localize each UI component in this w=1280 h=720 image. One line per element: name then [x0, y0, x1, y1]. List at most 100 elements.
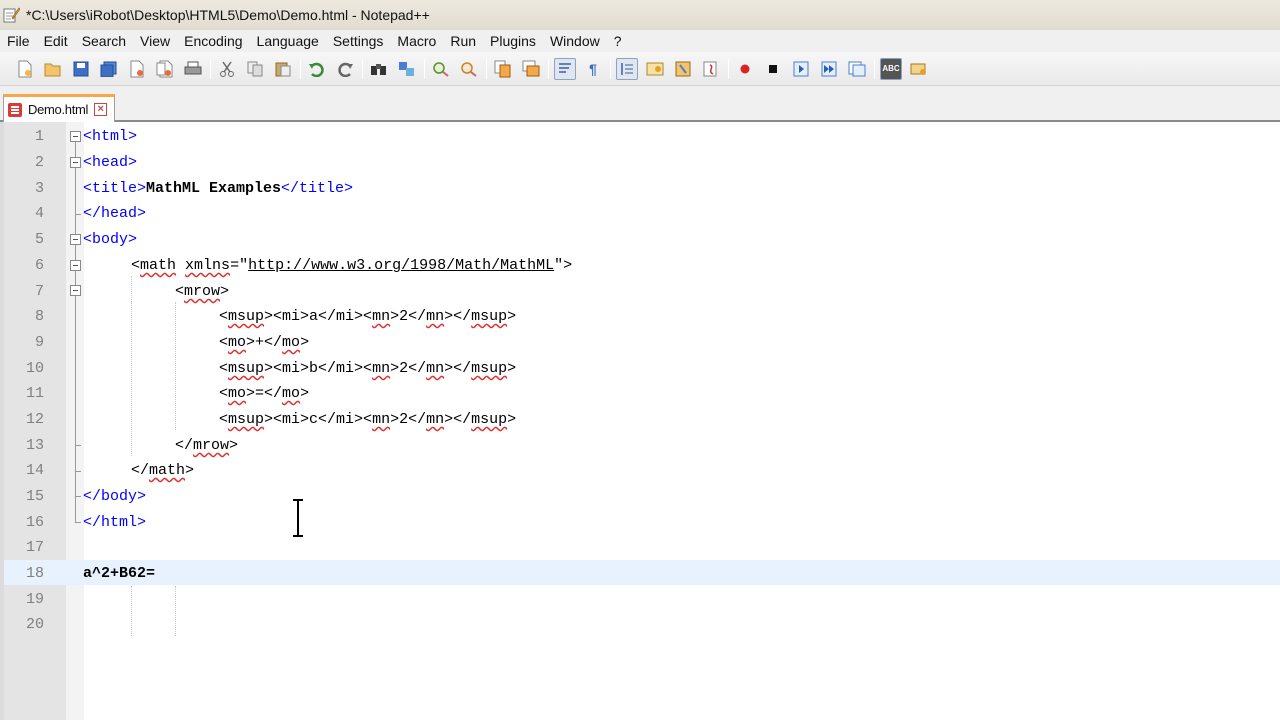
plain-token: >2</: [390, 411, 427, 428]
function-list-icon[interactable]: [672, 58, 694, 80]
toolbar-separator: [610, 58, 611, 79]
menu-encoding[interactable]: Encoding: [177, 30, 249, 52]
tag-token: <title>: [83, 180, 147, 197]
menu-help[interactable]: ?: [607, 30, 629, 52]
zoom-in-icon[interactable]: [430, 58, 452, 80]
menu-settings[interactable]: Settings: [326, 30, 391, 52]
plain-token: mo: [282, 385, 301, 402]
editor[interactable]: 1 <html> 2 <head> 3 <title>MathML Exampl…: [0, 122, 1280, 720]
plain-token: xmlns: [185, 257, 231, 274]
code-line: 6 <math xmlns="http://www.w3.org/1998/Ma…: [4, 253, 1280, 278]
indent-guide-icon[interactable]: [616, 57, 638, 80]
save-all-icon[interactable]: [98, 58, 120, 80]
close-all-icon[interactable]: [154, 58, 176, 80]
menu-search[interactable]: Search: [75, 30, 133, 52]
save-icon[interactable]: [70, 58, 92, 80]
find-icon[interactable]: [368, 58, 390, 80]
menu-view[interactable]: View: [133, 30, 177, 52]
line-number: 15: [25, 488, 44, 505]
plain-token: msup: [228, 411, 265, 428]
replace-icon[interactable]: [396, 58, 418, 80]
plain-token: <: [175, 283, 185, 300]
code-text: </html>: [83, 510, 146, 535]
plain-token: <: [219, 385, 229, 402]
toolbar-separator: [874, 58, 875, 79]
code-text: <mo>=</mo>: [219, 381, 309, 406]
menu-run[interactable]: Run: [443, 30, 483, 52]
plain-token: >: [507, 411, 517, 428]
window-title: *C:\Users\iRobot\Desktop\HTML5\Demo\Demo…: [26, 7, 430, 23]
code-text: <msup><mi>b</mi><mn>2</mn></msup>: [219, 356, 516, 381]
plain-token: ></: [444, 360, 472, 377]
copy-icon[interactable]: [244, 58, 266, 80]
play-macro-icon[interactable]: [790, 58, 812, 80]
sync-horizontal-icon[interactable]: [520, 58, 542, 80]
show-all-characters-icon[interactable]: ¶: [582, 58, 604, 80]
code-line: 3 <title>MathML Examples</title>: [4, 176, 1280, 201]
zoom-out-icon[interactable]: [458, 58, 480, 80]
code-line: 2 <head>: [4, 150, 1280, 175]
line-number: 7: [34, 283, 44, 300]
url-token[interactable]: http://www.w3.org/1998/Math/MathML: [248, 257, 554, 274]
toolbar-separator: [300, 58, 301, 79]
plain-token: msup: [471, 411, 508, 428]
spell-check-icon[interactable]: ABC: [880, 57, 902, 80]
tag-token: <html>: [83, 128, 138, 145]
plain-token: >2</: [390, 360, 427, 377]
line-number: 2: [34, 154, 44, 171]
cut-icon[interactable]: [216, 58, 238, 80]
code-line: 10 <msup><mi>b</mi><mn>2</mn></msup>: [4, 356, 1280, 381]
code-text: <mo>+</mo>: [219, 330, 309, 355]
line-number: 16: [25, 514, 44, 531]
code-line: 11 <mo>=</mo>: [4, 381, 1280, 406]
menu-window[interactable]: Window: [543, 30, 607, 52]
word-wrap-icon[interactable]: [554, 57, 576, 80]
plain-token: >: [185, 462, 195, 479]
new-file-icon[interactable]: [14, 58, 36, 80]
tab-demo-html[interactable]: Demo.html ×: [3, 94, 115, 122]
user-defined-language-icon[interactable]: [644, 58, 666, 80]
tab-bar: Demo.html ×: [0, 86, 1280, 122]
code-text: </body>: [83, 484, 146, 509]
toolbar-separator: [210, 58, 211, 79]
tag-token: <head>: [83, 154, 138, 171]
code-text: </math>: [131, 458, 194, 483]
code-text: <mrow>: [175, 279, 229, 304]
plain-token: >2</: [390, 308, 427, 325]
undo-icon[interactable]: [306, 58, 328, 80]
paste-icon[interactable]: [272, 58, 294, 80]
sync-vertical-icon[interactable]: [492, 58, 514, 80]
plain-token: mn: [426, 411, 445, 428]
tag-token: </title>: [281, 180, 354, 197]
close-file-icon[interactable]: [126, 58, 148, 80]
menu-bar: File Edit Search View Encoding Language …: [0, 30, 1280, 52]
open-file-icon[interactable]: [42, 58, 64, 80]
menu-edit[interactable]: Edit: [37, 30, 75, 52]
code-text: <math xmlns="http://www.w3.org/1998/Math…: [131, 253, 572, 278]
plain-token: <: [219, 411, 229, 428]
close-icon[interactable]: ×: [94, 103, 108, 116]
spell-check-options-icon[interactable]: [908, 58, 930, 80]
stop-recording-icon[interactable]: [762, 58, 784, 80]
plain-token: msup: [471, 360, 508, 377]
code-text: <head>: [83, 150, 137, 175]
print-icon[interactable]: [182, 58, 204, 80]
plain-token: >: [229, 437, 239, 454]
menu-plugins[interactable]: Plugins: [483, 30, 543, 52]
menu-file[interactable]: File: [0, 30, 37, 52]
menu-macro[interactable]: Macro: [390, 30, 443, 52]
plain-token: mo: [228, 334, 247, 351]
code-line: 12 <msup><mi>c</mi><mn>2</mn></msup>: [4, 407, 1280, 432]
doc-map-icon[interactable]: [700, 58, 722, 80]
menu-language[interactable]: Language: [250, 30, 326, 52]
line-number: 18: [25, 565, 44, 582]
run-macro-multiple-icon[interactable]: [818, 58, 840, 80]
plain-token: >: [507, 360, 517, 377]
save-macro-icon[interactable]: [846, 58, 868, 80]
toolbar-separator: [486, 58, 487, 79]
start-recording-icon[interactable]: [734, 58, 756, 80]
plain-token: ></: [444, 411, 472, 428]
code-line: 13 </mrow>: [4, 433, 1280, 458]
redo-icon[interactable]: [334, 58, 356, 80]
